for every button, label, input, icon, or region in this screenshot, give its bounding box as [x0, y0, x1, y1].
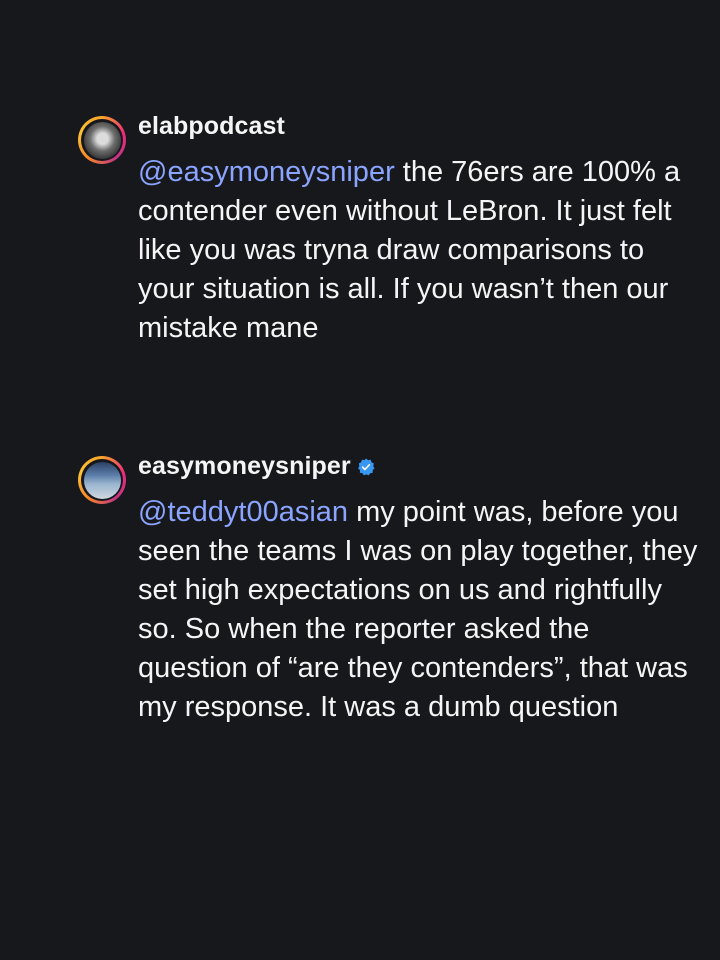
avatar-border — [81, 119, 123, 161]
username-text[interactable]: easymoneysniper — [138, 452, 351, 481]
avatar[interactable] — [78, 456, 126, 504]
comment-text: @teddyt00asian my point was, before you … — [138, 493, 698, 727]
avatar-border — [81, 459, 123, 501]
mention-link[interactable]: @easymoneysniper — [138, 156, 395, 188]
mention-link[interactable]: @teddyt00asian — [138, 496, 348, 528]
verified-badge-icon — [357, 457, 375, 475]
comment-body: my point was, before you seen the teams … — [138, 496, 698, 723]
avatar-image — [83, 461, 121, 499]
comment-text: @easymoneysniper the 76ers are 100% a co… — [138, 153, 698, 348]
username-text[interactable]: elabpodcast — [138, 112, 285, 141]
comment-username[interactable]: elabpodcast — [138, 112, 285, 141]
avatar-image — [83, 121, 121, 159]
comment-username[interactable]: easymoneysniper — [138, 452, 375, 481]
avatar[interactable] — [78, 116, 126, 164]
